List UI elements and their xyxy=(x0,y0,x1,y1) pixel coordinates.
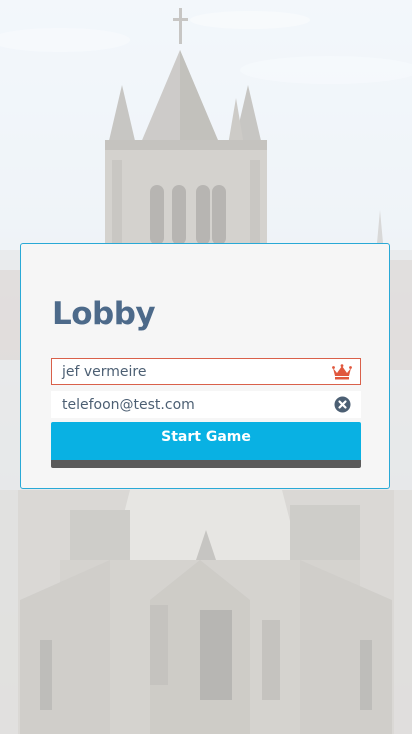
player-row-host: jef vermeire xyxy=(51,358,361,385)
player-name: telefoon@test.com xyxy=(62,396,195,413)
remove-circle-icon[interactable] xyxy=(332,395,352,415)
player-row-guest: telefoon@test.com xyxy=(51,391,361,418)
page-title: Lobby xyxy=(52,296,156,332)
start-game-button[interactable]: Start Game xyxy=(51,422,361,468)
crown-icon xyxy=(332,362,352,382)
app-screen: Lobby jef vermeire telefoon@test.com Sta… xyxy=(0,0,412,734)
lobby-card: Lobby jef vermeire telefoon@test.com Sta… xyxy=(20,243,390,489)
player-name: jef vermeire xyxy=(62,363,147,380)
